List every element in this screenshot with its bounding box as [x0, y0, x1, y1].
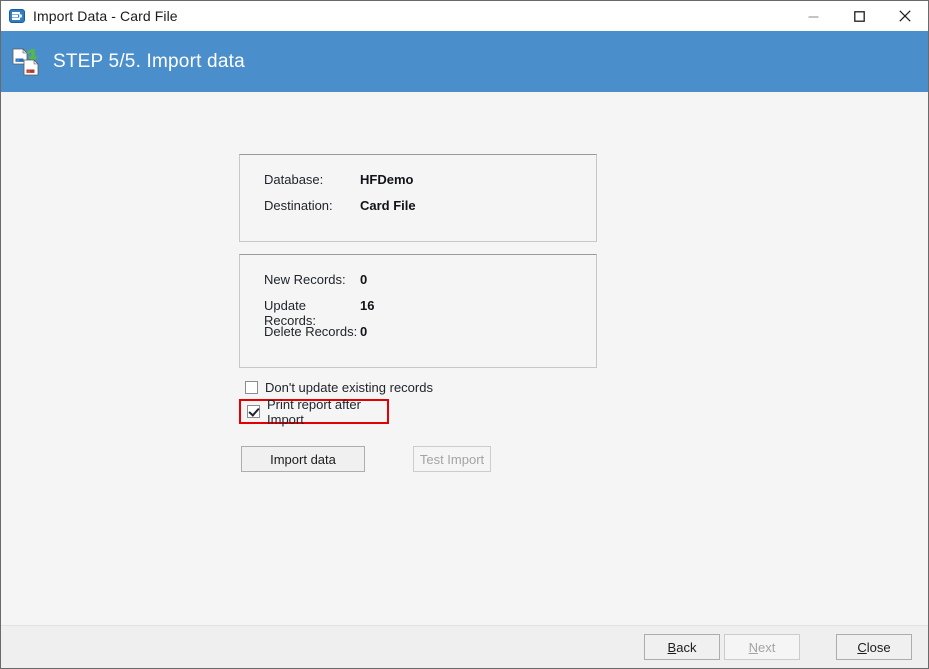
close-icon	[899, 10, 911, 22]
new-records-label: New Records:	[264, 272, 346, 287]
checkbox-box-print-report[interactable]	[247, 405, 260, 418]
window-title: Import Data - Card File	[33, 8, 178, 24]
test-import-button: Test Import	[413, 446, 491, 472]
main-content: Database: HFDemo Destination: Card File …	[1, 92, 928, 625]
checkbox-dont-update-existing-records[interactable]: Don't update existing records	[239, 376, 597, 398]
back-button[interactable]: Back	[644, 634, 720, 660]
database-info-panel: Database: HFDemo Destination: Card File	[239, 154, 597, 242]
info-row-delete-records: Delete Records: 0	[264, 324, 596, 350]
checkbox-print-report-after-import[interactable]: Print report after Import	[239, 396, 389, 427]
step-title: STEP 5/5. Import data	[53, 50, 245, 72]
next-accel: N	[748, 639, 759, 655]
close-rest: lose	[866, 639, 891, 655]
checkbox-label-print-report: Print report after Import	[267, 396, 361, 427]
import-data-window: Import Data - Card File STEP 5/5. Import…	[0, 0, 929, 669]
action-buttons: Import data Test Import	[241, 446, 597, 472]
minimize-button[interactable]	[790, 1, 836, 31]
delete-records-value: 0	[360, 324, 368, 339]
records-info-panel: New Records: 0 Update Records: 16 Delete…	[239, 254, 597, 368]
app-window-icon	[9, 8, 25, 24]
next-button: Next	[724, 634, 800, 660]
update-records-value: 16	[360, 298, 375, 313]
import-options: Don't update existing records Print repo…	[239, 376, 597, 427]
info-row-update-records: Update Records: 16	[264, 298, 596, 328]
next-rest: ext	[758, 639, 776, 655]
wizard-footer: Back Next Close	[1, 625, 928, 668]
info-row-new-records: New Records: 0	[264, 272, 596, 298]
close-wizard-button[interactable]: Close	[836, 634, 912, 660]
checkbox-box-dont-update[interactable]	[245, 380, 258, 394]
back-rest: ack	[676, 639, 697, 655]
destination-value: Card File	[360, 198, 416, 213]
info-row-database: Database: HFDemo	[264, 172, 596, 198]
import-data-button[interactable]: Import data	[241, 446, 365, 472]
title-bar: Import Data - Card File	[1, 1, 928, 31]
back-accel: B	[667, 639, 677, 655]
step-header: STEP 5/5. Import data	[1, 31, 928, 92]
minimize-icon	[808, 16, 818, 17]
import-document-icon	[11, 46, 43, 78]
delete-records-label: Delete Records:	[264, 324, 358, 339]
close-accel: C	[857, 639, 867, 655]
summary-area: Database: HFDemo Destination: Card File …	[239, 154, 597, 472]
new-records-value: 0	[360, 272, 368, 287]
database-value: HFDemo	[360, 172, 414, 187]
maximize-button[interactable]	[836, 1, 882, 31]
info-row-destination: Destination: Card File	[264, 198, 596, 224]
maximize-icon	[853, 10, 865, 22]
checkbox-label-dont-update: Don't update existing records	[265, 379, 433, 395]
window-controls	[790, 1, 928, 31]
database-label: Database:	[264, 172, 324, 187]
destination-label: Destination:	[264, 198, 333, 213]
close-button[interactable]	[882, 1, 928, 31]
